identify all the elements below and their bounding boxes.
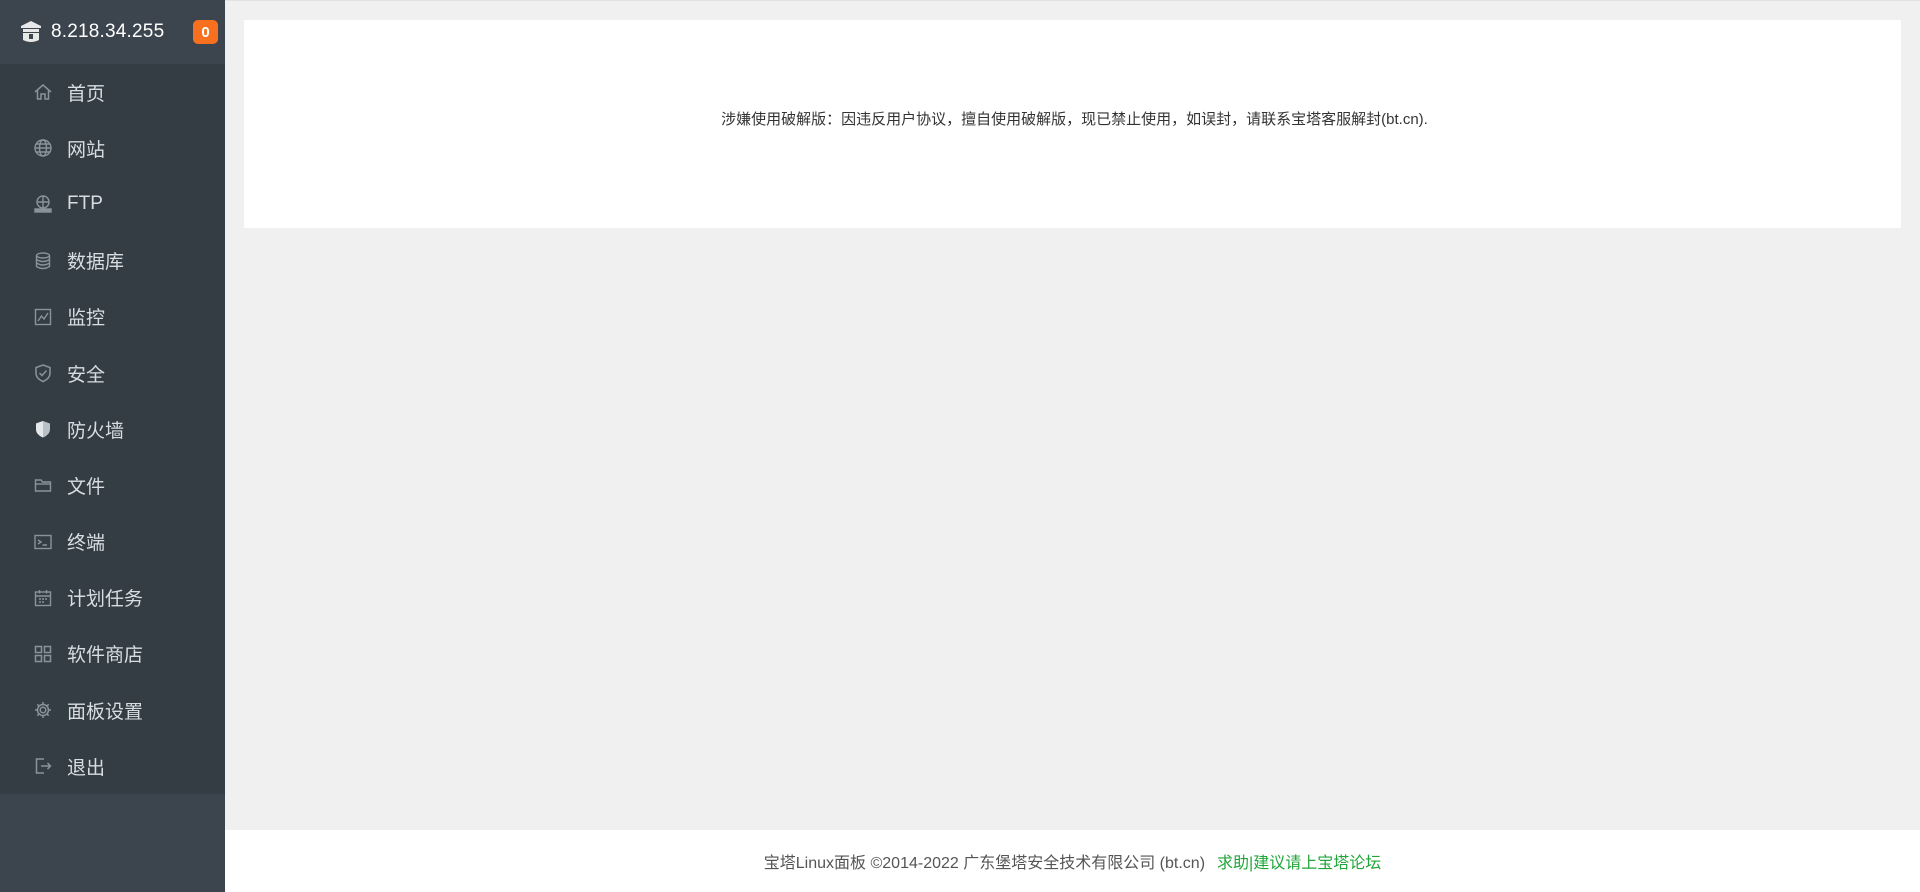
sidebar: 8.218.34.255 0 首页 网站 FTP 数据库 监控 安全 防火墙 文… <box>0 0 225 892</box>
sidebar-header: 8.218.34.255 0 <box>0 0 225 64</box>
terminal-icon <box>32 531 54 553</box>
sidebar-item-files[interactable]: 文件 <box>0 457 225 513</box>
message-count-badge[interactable]: 0 <box>193 20 218 44</box>
sidebar-item-app-store[interactable]: 软件商店 <box>0 626 225 682</box>
sidebar-item-terminal[interactable]: 终端 <box>0 514 225 570</box>
sidebar-item-website[interactable]: 网站 <box>0 120 225 176</box>
home-icon <box>32 81 54 103</box>
gear-icon <box>32 699 54 721</box>
footer: 宝塔Linux面板 ©2014-2022 广东堡塔安全技术有限公司 (bt.cn… <box>225 830 1920 892</box>
sidebar-item-label: 终端 <box>67 533 106 555</box>
sidebar-item-label: 数据库 <box>67 252 125 274</box>
monitor-icon <box>32 306 54 328</box>
footer-copyright: 宝塔Linux面板 ©2014-2022 广东堡塔安全技术有限公司 (bt.cn… <box>763 855 1206 872</box>
notice-card: 涉嫌使用破解版：因违反用户协议，擅自使用破解版，现已禁止使用，如误封，请联系宝塔… <box>244 20 1901 228</box>
sidebar-item-settings[interactable]: 面板设置 <box>0 682 225 738</box>
sidebar-item-home[interactable]: 首页 <box>0 64 225 120</box>
sidebar-item-label: 面板设置 <box>67 701 144 723</box>
main-content: 涉嫌使用破解版：因违反用户协议，擅自使用破解版，现已禁止使用，如误封，请联系宝塔… <box>225 0 1920 830</box>
firewall-shield-icon <box>32 418 54 440</box>
folder-icon <box>32 474 54 496</box>
globe-icon <box>32 137 54 159</box>
sidebar-item-label: 软件商店 <box>67 645 144 667</box>
forum-link[interactable]: 求助|建议请上宝塔论坛 <box>1217 849 1381 873</box>
sidebar-item-label: 计划任务 <box>67 589 144 611</box>
grid-icon <box>32 643 54 665</box>
sidebar-item-ftp[interactable]: FTP <box>0 176 225 232</box>
sidebar-menu: 首页 网站 FTP 数据库 监控 安全 防火墙 文件 终端 计划任务 软件商店 … <box>0 64 225 794</box>
sidebar-item-label: 文件 <box>67 476 106 498</box>
shield-check-icon <box>32 362 54 384</box>
sidebar-item-logout[interactable]: 退出 <box>0 738 225 794</box>
sidebar-item-label: 首页 <box>67 83 106 105</box>
sidebar-item-label: 退出 <box>67 757 106 779</box>
sidebar-item-monitor[interactable]: 监控 <box>0 289 225 345</box>
sidebar-item-database[interactable]: 数据库 <box>0 233 225 289</box>
sidebar-item-label: 防火墙 <box>67 420 125 442</box>
sidebar-item-label: 网站 <box>67 139 106 161</box>
database-icon <box>32 250 54 272</box>
sidebar-item-cron[interactable]: 计划任务 <box>0 570 225 626</box>
sidebar-item-firewall[interactable]: 防火墙 <box>0 401 225 457</box>
ftp-icon <box>32 193 54 215</box>
sidebar-item-label: 监控 <box>67 308 106 330</box>
calendar-icon <box>32 587 54 609</box>
server-ip: 8.218.34.255 <box>51 21 165 42</box>
sidebar-item-label: 安全 <box>67 364 106 386</box>
ban-notice-text: 涉嫌使用破解版：因违反用户协议，擅自使用破解版，现已禁止使用，如误封，请联系宝塔… <box>721 110 1428 128</box>
logout-icon <box>32 755 54 777</box>
sidebar-item-label: FTP <box>67 193 103 215</box>
bt-panel-logo-icon <box>21 21 41 42</box>
sidebar-item-security[interactable]: 安全 <box>0 345 225 401</box>
